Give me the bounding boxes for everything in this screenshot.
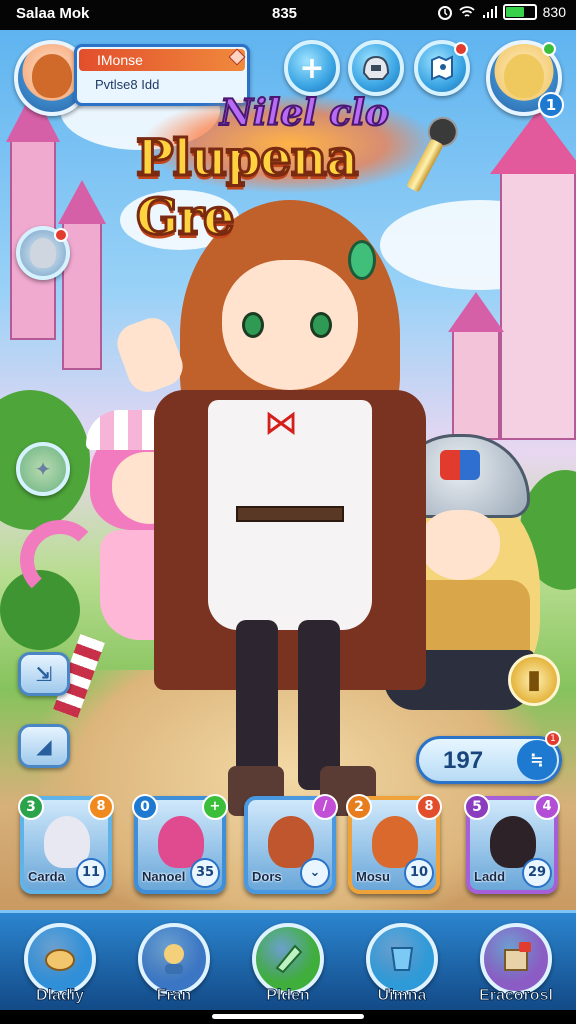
bottom-nav: Dladiy Fran Plden Uimna Eracorosl xyxy=(0,910,576,1010)
character-portrait-button[interactable] xyxy=(16,226,70,280)
card-corner-badge: / xyxy=(312,794,338,820)
alarm-icon xyxy=(437,6,452,20)
character-card[interactable]: 5 4 Ladd 29 xyxy=(464,794,560,894)
nav-label: Plden xyxy=(266,987,311,1005)
friend-avatar[interactable]: 1 xyxy=(486,40,564,118)
nav-item-fran[interactable]: Fran xyxy=(134,923,214,1009)
energy-value: 197 xyxy=(443,747,484,774)
friend-icon xyxy=(157,940,191,978)
game-logo: Nilel clo Plupena Gre xyxy=(120,88,464,248)
card-count: 11 xyxy=(76,858,106,888)
clock: 835 xyxy=(272,5,298,22)
nav-label: Dladiy xyxy=(35,987,84,1005)
nav-item-plden[interactable]: Plden xyxy=(248,923,328,1009)
bucket-icon xyxy=(385,940,419,978)
right-eye xyxy=(310,312,332,338)
sort-button[interactable]: ⇲ xyxy=(18,652,70,696)
helmet-emblem xyxy=(440,450,480,480)
gift-box-icon xyxy=(499,940,533,978)
house-roof xyxy=(490,110,576,174)
card-name: Dors xyxy=(252,869,282,884)
card-level-badge: 0 xyxy=(132,794,158,820)
nav-item-dladiy[interactable]: Dladiy xyxy=(20,923,100,1009)
creature-icon: ✦ xyxy=(34,457,52,481)
status-icons: 830 xyxy=(437,4,566,20)
card-count: ⌄ xyxy=(300,858,330,888)
coin-icon: ▮ xyxy=(526,665,542,695)
coin-button[interactable]: ▮ xyxy=(508,654,560,706)
card-corner-badge: 8 xyxy=(416,794,442,820)
peace-sign-hand xyxy=(111,312,189,398)
card-count: 35 xyxy=(190,858,220,888)
card-corner-badge: 4 xyxy=(534,794,560,820)
nav-item-uimna[interactable]: Uimna xyxy=(362,923,442,1009)
notification-dot xyxy=(54,228,68,242)
energy-counter[interactable]: 197 ≒ 1 xyxy=(416,731,562,784)
friend-badge: 1 xyxy=(538,92,564,118)
knight-portrait xyxy=(30,238,56,268)
card-name: Mosu xyxy=(356,869,390,884)
card-name: Ladd xyxy=(474,869,506,884)
character-card[interactable]: 0 + Nanoel 35 xyxy=(132,794,228,894)
card-count: 10 xyxy=(404,858,434,888)
nav-label: Eracorosl xyxy=(479,987,554,1005)
bread-icon xyxy=(43,942,77,976)
main-hero-character: ⋈ xyxy=(111,200,440,840)
wifi-icon xyxy=(459,6,475,17)
nav-icon-circle xyxy=(138,923,210,995)
left-eye xyxy=(242,312,264,338)
carrier-name: Salaa Mok xyxy=(16,5,90,22)
plus-icon: + xyxy=(299,50,325,86)
card-level-badge: 5 xyxy=(464,794,490,820)
card-corner-badge: + xyxy=(202,794,228,820)
battery-percent: 830 xyxy=(542,4,566,20)
nav-icon-circle xyxy=(366,923,438,995)
nav-icon-circle xyxy=(24,923,96,995)
nav-icon-circle xyxy=(480,923,552,995)
card-level-badge: 2 xyxy=(346,794,372,820)
edit-button[interactable]: ◢ xyxy=(18,724,70,768)
card-corner-badge: 8 xyxy=(88,794,114,820)
belt xyxy=(236,506,344,522)
tower-roof xyxy=(448,292,504,332)
notification-dot xyxy=(454,42,468,56)
house xyxy=(500,170,576,440)
signal-icon xyxy=(482,6,497,18)
bubble-button[interactable]: ✦ xyxy=(16,442,70,496)
online-dot xyxy=(542,42,556,56)
character-card[interactable]: 3 8 Carda 11 xyxy=(18,794,114,894)
right-leg xyxy=(298,620,340,790)
sort-icon: ⇲ xyxy=(35,662,53,686)
hair-clip xyxy=(348,240,376,280)
card-count: 29 xyxy=(522,858,552,888)
character-card[interactable]: 2 8 Mosu 10 xyxy=(346,794,442,894)
status-bar: Salaa Mok 835 830 xyxy=(0,0,576,30)
nav-label: Uimna xyxy=(377,987,427,1005)
tower-roof xyxy=(58,180,106,224)
player-name: IMonse xyxy=(79,49,245,71)
avatar-portrait xyxy=(32,54,72,98)
nav-icon-circle xyxy=(252,923,324,995)
home-indicator xyxy=(212,1014,364,1019)
nav-item-eracorosl[interactable]: Eracorosl xyxy=(476,923,556,1009)
character-card[interactable]: / Dors ⌄ xyxy=(244,794,338,894)
pen-icon xyxy=(271,940,305,978)
map-icon xyxy=(431,55,453,81)
card-name: Carda xyxy=(28,869,65,884)
counter-badge: 1 xyxy=(545,731,561,747)
card-name: Nanoel xyxy=(142,869,186,884)
card-level-badge: 3 xyxy=(18,794,44,820)
friend-portrait xyxy=(504,54,544,98)
feather-icon: ◢ xyxy=(36,734,52,758)
ribbon-tail xyxy=(20,520,100,600)
battery-icon xyxy=(502,4,537,20)
nav-label: Fran xyxy=(156,987,192,1005)
red-bow: ⋈ xyxy=(264,403,298,443)
left-leg xyxy=(236,620,278,790)
helmet-icon xyxy=(362,55,390,80)
